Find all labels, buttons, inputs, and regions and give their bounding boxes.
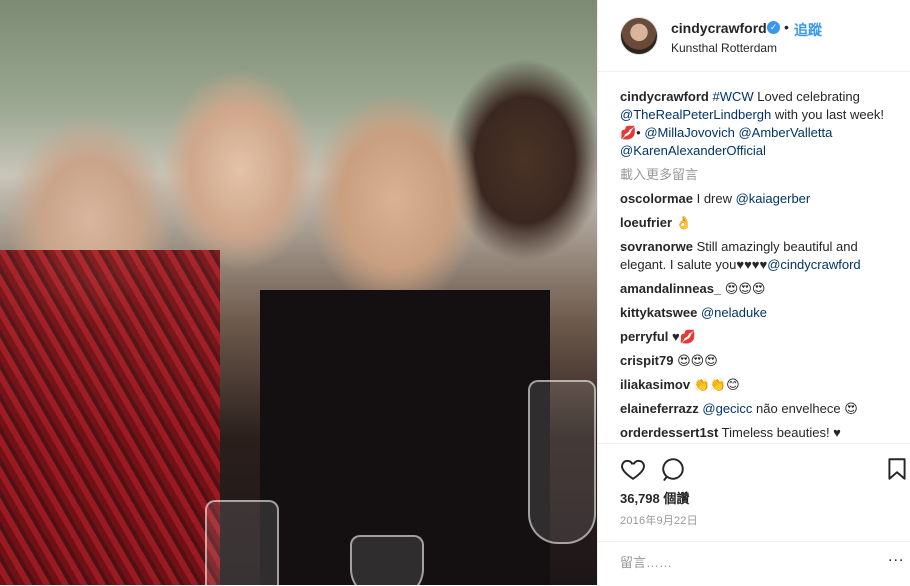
- comment-text: 👏👏😊: [690, 377, 740, 392]
- load-more-comments-button[interactable]: 載入更多留言: [620, 166, 900, 184]
- post-actions: 36,798 個讚 2016年9月22日 留言…… ...: [598, 443, 910, 585]
- more-options-icon[interactable]: ...: [888, 548, 904, 566]
- comment-text: 😍😍😍: [721, 281, 766, 296]
- comment-text: 👌: [672, 215, 692, 230]
- comment-item: amandalinneas_ 😍😍😍: [620, 280, 900, 298]
- photo-detail-red-dress: [0, 250, 220, 585]
- follow-button[interactable]: 追蹤: [794, 20, 822, 40]
- comment-username[interactable]: loeufrier: [620, 215, 672, 230]
- comment-bubble-icon[interactable]: [660, 456, 686, 482]
- comment-item: kittykatswee @neladuke: [620, 304, 900, 322]
- comment-mention[interactable]: @kaiagerber: [736, 191, 811, 206]
- comment-username[interactable]: perryful: [620, 329, 668, 344]
- add-comment-bar: 留言…… ...: [598, 541, 910, 586]
- comment-text: não envelhece 😍: [752, 401, 858, 416]
- comment-username[interactable]: kittykatswee: [620, 305, 697, 320]
- comment-item: elaineferrazz @gecicc não envelhece 😍: [620, 400, 900, 418]
- photo-detail-champagne-glass: [528, 380, 596, 544]
- comment-item: iliakasimov 👏👏😊: [620, 376, 900, 394]
- photo-detail-wine-glass: [205, 500, 279, 585]
- comment-username[interactable]: sovranorwe: [620, 239, 693, 254]
- comment-username[interactable]: crispit79: [620, 353, 673, 368]
- comment-username[interactable]: amandalinneas_: [620, 281, 721, 296]
- comment-item: loeufrier 👌: [620, 214, 900, 232]
- avatar[interactable]: [620, 17, 658, 55]
- instagram-post: cindycrawford ✓ • 追蹤 Kunsthal Rotterdam …: [0, 0, 910, 585]
- caption-mention[interactable]: @TheRealPeterLindbergh: [620, 107, 771, 122]
- comment-item: oscolormae I drew @kaiagerber: [620, 190, 900, 208]
- comment-text: ♥💋: [668, 329, 696, 344]
- comment-text: I drew: [692, 191, 736, 206]
- likes-count[interactable]: 36,798 個讚: [620, 488, 689, 507]
- bookmark-icon[interactable]: [884, 456, 910, 482]
- caption-text: Loved celebrating: [753, 89, 860, 104]
- caption-username[interactable]: cindycrawford: [620, 89, 709, 104]
- post-caption: cindycrawford #WCW Loved celebrating @Th…: [620, 88, 900, 160]
- photo-detail-water-glass: [350, 535, 424, 585]
- heart-icon[interactable]: [620, 456, 646, 482]
- comment-username[interactable]: iliakasimov: [620, 377, 690, 392]
- comment-mention[interactable]: @cindycrawford: [767, 257, 860, 272]
- comment-username[interactable]: elaineferrazz: [620, 401, 699, 416]
- caption-mention[interactable]: @AmberValletta: [738, 125, 832, 140]
- comment-text: 😍😍😍: [673, 353, 718, 368]
- post-username[interactable]: cindycrawford: [671, 20, 767, 36]
- post-date[interactable]: 2016年9月22日: [620, 512, 698, 528]
- comment-username[interactable]: oscolormae: [620, 191, 693, 206]
- post-header: cindycrawford ✓ • 追蹤 Kunsthal Rotterdam: [598, 0, 910, 72]
- comment-text: Timeless beauties! ♥: [718, 425, 841, 440]
- comment-username[interactable]: orderdessert1st: [620, 425, 718, 440]
- comments-list: cindycrawford #WCW Loved celebrating @Th…: [620, 88, 900, 448]
- comment-item: perryful ♥💋: [620, 328, 900, 346]
- comment-mention[interactable]: @gecicc: [702, 401, 752, 416]
- comment-item: sovranorwe Still amazingly beautiful and…: [620, 238, 900, 274]
- post-side-panel: cindycrawford ✓ • 追蹤 Kunsthal Rotterdam …: [597, 0, 910, 585]
- post-location[interactable]: Kunsthal Rotterdam: [671, 41, 777, 55]
- caption-mention[interactable]: @KarenAlexanderOfficial: [620, 143, 766, 158]
- post-photo[interactable]: [0, 0, 597, 585]
- separator-dot: •: [784, 19, 789, 35]
- comment-input[interactable]: 留言……: [620, 552, 672, 571]
- caption-mention[interactable]: @MillaJovovich: [644, 125, 735, 140]
- comment-item: crispit79 😍😍😍: [620, 352, 900, 370]
- comment-item: orderdessert1st Timeless beauties! ♥: [620, 424, 900, 442]
- verified-badge-icon: ✓: [767, 21, 780, 34]
- caption-hashtag[interactable]: #WCW: [712, 89, 753, 104]
- comment-mention[interactable]: @neladuke: [701, 305, 767, 320]
